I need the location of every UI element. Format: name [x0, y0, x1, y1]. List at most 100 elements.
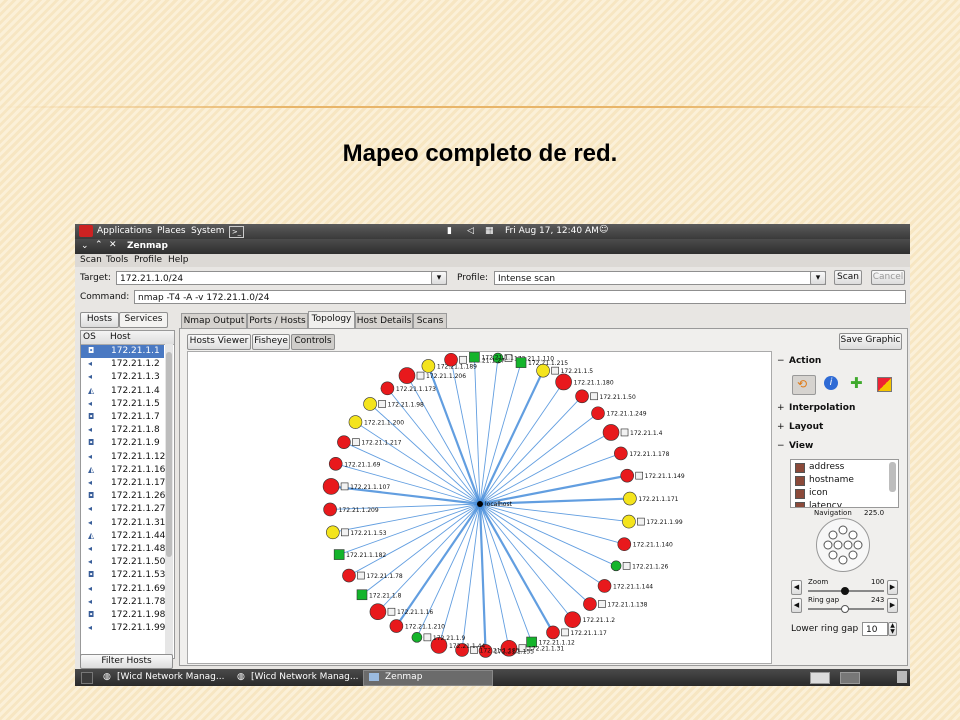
host-row[interactable]: ◂ 172.21.1.48 — [81, 543, 165, 556]
fisheye-button[interactable]: Fisheye — [252, 334, 290, 350]
places-menu[interactable]: Places — [157, 226, 186, 236]
expand-icon[interactable]: + — [777, 403, 785, 413]
info-icon[interactable]: i — [824, 376, 838, 390]
collapse-icon[interactable]: − — [777, 441, 785, 451]
hosts-tab[interactable]: Hosts — [80, 312, 119, 328]
hostname-checkbox[interactable] — [795, 476, 805, 486]
host-node[interactable] — [389, 619, 404, 633]
host-row[interactable]: ◘ 172.21.1.9 — [81, 437, 164, 450]
services-tab[interactable]: Services — [119, 312, 168, 328]
profile-select[interactable]: Intense scan — [494, 271, 826, 285]
clock[interactable]: Fri Aug 17, 12:40 AM — [505, 226, 599, 236]
topology-graph[interactable]: 172.21.1.110 172.21.1.215 172.21.1.5 172.21… — [187, 351, 772, 664]
os-column-header[interactable]: OS — [83, 332, 96, 342]
localhost-node[interactable] — [477, 501, 483, 507]
system-menu[interactable]: System — [191, 226, 225, 236]
collapse-icon[interactable]: − — [777, 356, 785, 366]
host-node[interactable] — [536, 363, 550, 378]
add-icon[interactable]: ✚ — [850, 374, 863, 392]
host-node[interactable] — [597, 579, 612, 593]
topology-svg[interactable]: 172.21.1.110172.21.1.215172.21.1.5172.21… — [188, 351, 771, 663]
host-row[interactable]: ◘ 172.21.1.7 — [81, 411, 164, 424]
change-focus-button[interactable]: ⟲ — [792, 375, 816, 395]
interpolation-header[interactable]: Interpolation — [789, 403, 855, 413]
host-node[interactable] — [363, 397, 377, 411]
host-list-scrollbar[interactable] — [165, 344, 173, 656]
close-icon[interactable]: ✕ — [109, 240, 117, 250]
host-node[interactable] — [337, 435, 351, 449]
host-node[interactable] — [326, 525, 340, 540]
host-row[interactable]: ◂ 172.21.1.17 — [81, 477, 165, 490]
taskbar-zenmap-tile[interactable] — [363, 670, 493, 686]
host-node[interactable] — [398, 367, 416, 384]
host-node[interactable] — [380, 381, 395, 396]
applications-menu[interactable]: Applications — [97, 226, 152, 236]
host-node[interactable] — [623, 491, 637, 506]
host-node[interactable] — [583, 597, 597, 611]
host-row[interactable]: ◂ 172.21.1.50 — [81, 556, 165, 569]
host-row[interactable]: ◭ 172.21.1.16 — [81, 464, 165, 477]
profile-dropdown-icon[interactable]: ▾ — [810, 271, 826, 285]
workspace-switcher[interactable] — [840, 672, 860, 684]
host-node[interactable] — [411, 632, 423, 643]
host-node[interactable] — [444, 352, 458, 367]
menu-help[interactable]: Help — [168, 255, 189, 265]
host-node[interactable] — [356, 589, 368, 601]
hosts-viewer-button[interactable]: Hosts Viewer — [187, 334, 251, 350]
ring-gap-decrease-button[interactable]: ◀ — [791, 598, 802, 613]
host-node[interactable] — [591, 406, 605, 421]
taskbar-wicd-1[interactable]: [Wicd Network Manag... — [117, 672, 224, 682]
host-row[interactable]: ◂ 172.21.1.27 — [81, 503, 165, 516]
host-row[interactable]: ◂ 172.21.1.31 — [81, 517, 165, 530]
address-checkbox[interactable] — [795, 463, 805, 473]
filter-hosts-button[interactable]: Filter Hosts — [80, 654, 173, 669]
host-row[interactable]: ◘ 172.21.1.98 — [81, 609, 165, 622]
trash-icon[interactable] — [897, 671, 907, 683]
host-row[interactable]: ◘ 172.21.1.26 — [81, 490, 165, 503]
minimize-icon[interactable]: ⌄ — [81, 241, 89, 251]
save-graphic-button[interactable]: Save Graphic — [839, 333, 902, 350]
host-row[interactable]: ◂ 172.21.1.99 — [81, 622, 165, 635]
menu-scan[interactable]: Scan — [80, 255, 102, 265]
ring-gap-increase-button[interactable]: ▶ — [887, 598, 898, 613]
menu-profile[interactable]: Profile — [134, 255, 162, 265]
cancel-button[interactable]: Cancel — [871, 270, 905, 285]
action-header[interactable]: Action — [789, 356, 821, 366]
host-node[interactable] — [617, 537, 632, 552]
expand-icon[interactable]: + — [777, 422, 785, 432]
lower-ring-gap-spinner[interactable]: ▲ ▼ — [888, 622, 897, 636]
host-node[interactable] — [322, 478, 340, 495]
show-desktop-icon[interactable] — [81, 672, 93, 684]
host-row[interactable]: ◂ 172.21.1.69 — [81, 583, 165, 596]
target-dropdown-icon[interactable]: ▾ — [431, 271, 447, 285]
scan-button[interactable]: Scan — [834, 270, 862, 285]
tab-ports-hosts[interactable]: Ports / Hosts — [247, 313, 308, 328]
host-node[interactable] — [369, 603, 387, 621]
terminal-icon[interactable]: >_ — [229, 226, 244, 238]
zoom-decrease-button[interactable]: ◀ — [791, 580, 802, 595]
host-node[interactable] — [602, 424, 620, 441]
user-icon[interactable]: ☺ — [599, 225, 608, 235]
host-row[interactable]: ◂ 172.21.1.3 — [81, 371, 164, 384]
lower-ring-gap-input[interactable]: 10 — [862, 622, 888, 636]
ring-gap-slider-handle[interactable] — [841, 605, 849, 613]
host-row[interactable]: ◂ 172.21.1.12 — [81, 451, 165, 464]
maximize-icon[interactable]: ⌃ — [95, 240, 103, 250]
navigation-wheel[interactable] — [816, 518, 870, 572]
host-row[interactable]: ◂ 172.21.1.8 — [81, 424, 164, 437]
host-row[interactable]: ◭ 172.21.1.4 — [81, 385, 164, 398]
tab-scans[interactable]: Scans — [413, 313, 447, 328]
host-node[interactable] — [610, 560, 622, 572]
host-node[interactable] — [546, 625, 560, 640]
host-node[interactable] — [342, 568, 356, 583]
host-node[interactable] — [564, 611, 581, 628]
tab-nmap-output[interactable]: Nmap Output — [181, 313, 247, 328]
taskbar-wicd-2[interactable]: [Wicd Network Manag... — [251, 672, 358, 682]
host-node[interactable] — [348, 415, 363, 429]
host-node[interactable] — [421, 359, 436, 373]
host-node[interactable] — [620, 468, 634, 483]
icon-checkbox[interactable] — [795, 489, 805, 499]
target-input[interactable]: 172.21.1.0/24 — [116, 271, 447, 285]
view-scrollbar-thumb[interactable] — [889, 462, 896, 492]
latency-checkbox[interactable] — [795, 502, 805, 507]
